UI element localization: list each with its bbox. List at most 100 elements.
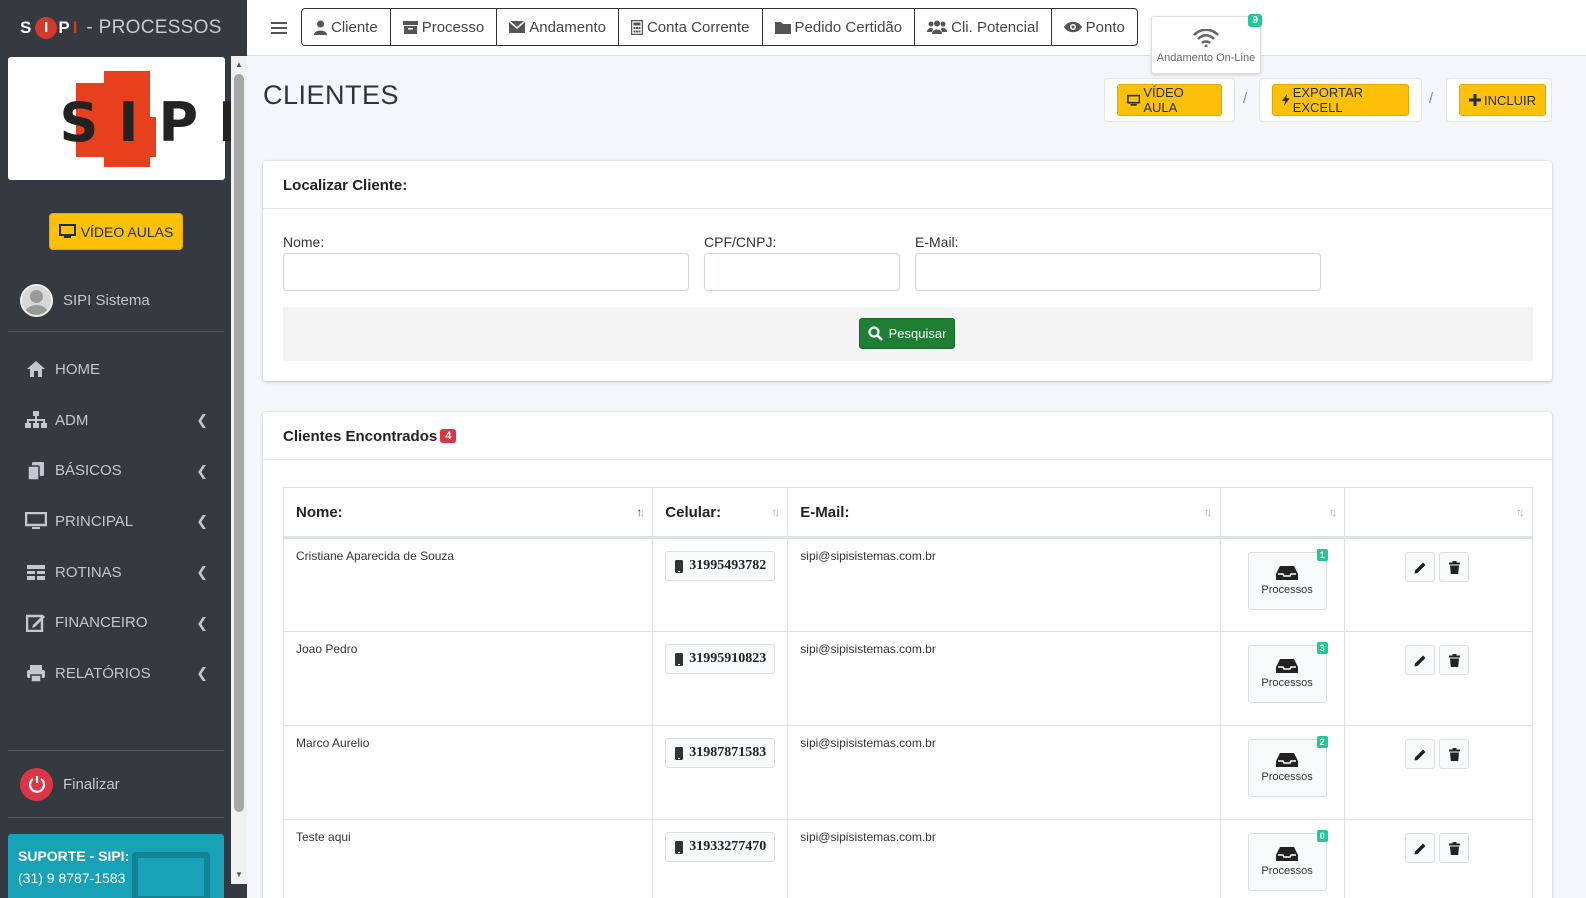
cpf-cnpj-input[interactable] — [704, 253, 900, 291]
topnav-processo-label: Processo — [421, 18, 485, 36]
top-navbar: Cliente Processo Andamento Conta Corrent… — [247, 0, 1586, 74]
sidebar-item-home[interactable]: HOME — [8, 344, 224, 395]
sidebar-item-rotinas[interactable]: ROTINAS ❮ — [8, 547, 224, 598]
sipi-logo: SIPI — [8, 57, 238, 180]
processos-label: Processos — [1261, 677, 1313, 689]
phone-number: 31987871583 — [689, 745, 767, 760]
client-name: Joao Pedro — [296, 642, 358, 656]
trash-icon — [1448, 653, 1460, 667]
mobile-icon — [675, 746, 684, 760]
page-title: CLIENTES — [263, 80, 400, 110]
edit-button[interactable] — [1405, 552, 1436, 582]
sidebar-item-adm[interactable]: ADM ❮ — [8, 395, 224, 446]
pesquisar-button[interactable]: Pesquisar — [859, 318, 955, 349]
cell-celular: 31933277470 — [652, 819, 789, 898]
cell-processos: Processos 0 — [1219, 819, 1346, 898]
brand-logo-p: P — [58, 18, 73, 37]
sidebar-item-relatorios[interactable]: RELATÓRIOS ❮ — [8, 648, 224, 699]
exportar-excel-button[interactable]: EXPORTAR EXCELL — [1272, 84, 1409, 116]
processos-count-badge: 3 — [1316, 642, 1328, 654]
edit-button[interactable] — [1405, 645, 1436, 675]
plus-icon — [1469, 94, 1481, 106]
topnav-pedido-certidao-label: Pedido Certidão — [794, 18, 903, 36]
chevron-left-icon: ❮ — [196, 411, 208, 428]
inbox-icon — [1249, 565, 1326, 584]
exportar-group: EXPORTAR EXCELL — [1259, 78, 1422, 122]
column-header-processos[interactable]: ↑↓ — [1219, 487, 1346, 539]
archive-icon — [402, 21, 418, 34]
hamburger-menu-icon[interactable] — [271, 18, 287, 41]
phone-badge[interactable]: 31995910823 — [665, 644, 776, 674]
sidebar-scrollbar-thumb[interactable] — [234, 74, 244, 812]
home-icon — [25, 359, 47, 379]
brand-logo-i2: I — [72, 18, 81, 37]
email-input[interactable] — [915, 253, 1321, 291]
topnav-cli-potencial-button[interactable]: Cli. Potencial — [915, 9, 1052, 45]
user-name: SIPI Sistema — [63, 292, 150, 309]
users-icon — [927, 20, 948, 34]
topnav-andamento-button[interactable]: Andamento — [497, 9, 619, 45]
trash-icon — [1448, 841, 1460, 855]
delete-button[interactable] — [1439, 645, 1470, 675]
scroll-up-icon[interactable]: ▲ — [235, 60, 243, 69]
topnav-ponto-button[interactable]: Ponto — [1052, 9, 1137, 45]
video-aula-label: VÍDEO AULA — [1143, 85, 1184, 115]
video-aulas-button[interactable]: VÍDEO AULAS — [49, 213, 183, 250]
video-aulas-label: VÍDEO AULAS — [80, 223, 174, 240]
pesquisar-label: Pesquisar — [888, 326, 947, 341]
finalizar-button[interactable]: Finalizar — [8, 750, 224, 818]
processos-count-badge: 2 — [1316, 736, 1328, 748]
incluir-label: INCLUIR — [1484, 92, 1537, 108]
topnav-pedido-certidao-button[interactable]: Pedido Certidão — [763, 9, 916, 45]
inbox-icon — [1249, 846, 1326, 865]
topnav-processo-button[interactable]: Processo — [391, 9, 498, 45]
cell-nome: Cristiane Aparecida de Souza — [282, 537, 654, 632]
edit-icon — [25, 613, 47, 633]
sort-icon: ↑↓ — [1203, 505, 1213, 519]
processos-button[interactable]: Processos 2 — [1247, 736, 1328, 797]
phone-badge[interactable]: 31987871583 — [665, 738, 776, 768]
user-panel[interactable]: SIPI Sistema — [8, 270, 224, 332]
pencil-icon — [1414, 562, 1426, 573]
processos-button[interactable]: Processos 0 — [1247, 830, 1328, 891]
table-row: Marco Aurelio 31987871583 sipi@sipisiste… — [282, 725, 1533, 820]
cell-nome: Marco Aurelio — [282, 725, 654, 820]
folder-icon — [774, 21, 791, 34]
scroll-down-icon[interactable]: ▼ — [235, 870, 243, 879]
sidebar-item-principal[interactable]: PRINCIPAL ❮ — [8, 496, 224, 547]
table-row: Teste aqui 31933277470 sipi@sipisistemas… — [282, 819, 1533, 898]
edit-button[interactable] — [1405, 833, 1436, 863]
video-aula-button[interactable]: VÍDEO AULA — [1117, 84, 1222, 116]
sidebar-item-basicos[interactable]: BÁSICOS ❮ — [8, 445, 224, 496]
sidebar-item-label: BÁSICOS — [55, 462, 122, 480]
column-header-email[interactable]: E-Mail: ↑↓ — [787, 487, 1221, 539]
mobile-icon — [675, 559, 684, 573]
topnav-ponto-label: Ponto — [1085, 18, 1125, 36]
cell-celular: 31995493782 — [652, 537, 789, 632]
delete-button[interactable] — [1439, 739, 1470, 769]
column-header-acoes[interactable]: ↑↓ — [1344, 487, 1533, 539]
delete-button[interactable] — [1439, 552, 1470, 582]
processos-button[interactable]: Processos 3 — [1247, 642, 1328, 703]
sidebar-item-financeiro[interactable]: FINANCEIRO ❮ — [8, 597, 224, 648]
delete-button[interactable] — [1439, 833, 1470, 863]
phone-badge[interactable]: 31995493782 — [665, 551, 776, 581]
desktop-icon — [25, 511, 47, 531]
chevron-left-icon: ❮ — [196, 462, 208, 479]
processos-label: Processos — [1261, 865, 1313, 877]
topnav-cliente-button[interactable]: Cliente — [302, 9, 391, 45]
incluir-button[interactable]: INCLUIR — [1459, 84, 1547, 116]
column-header-celular[interactable]: Celular: ↑↓ — [652, 487, 789, 539]
edit-button[interactable] — [1405, 739, 1436, 769]
topnav-conta-corrente-button[interactable]: Conta Corrente — [619, 9, 763, 45]
column-header-label: E-Mail: — [800, 503, 850, 521]
nome-input[interactable] — [283, 253, 689, 291]
processos-button[interactable]: Processos 1 — [1247, 549, 1328, 610]
phone-badge[interactable]: 31933277470 — [665, 832, 776, 862]
phone-number: 31933277470 — [689, 839, 767, 854]
column-header-nome[interactable]: Nome: ↑↓ — [282, 487, 654, 539]
sort-asc-icon: ↑↓ — [636, 505, 645, 519]
andamento-online-button[interactable]: Andamento On-Line 9 — [1151, 14, 1262, 74]
cell-email: sipi@sipisistemas.com.br — [787, 819, 1221, 898]
brand[interactable]: S I P I - PROCESSOS — [0, 0, 247, 56]
